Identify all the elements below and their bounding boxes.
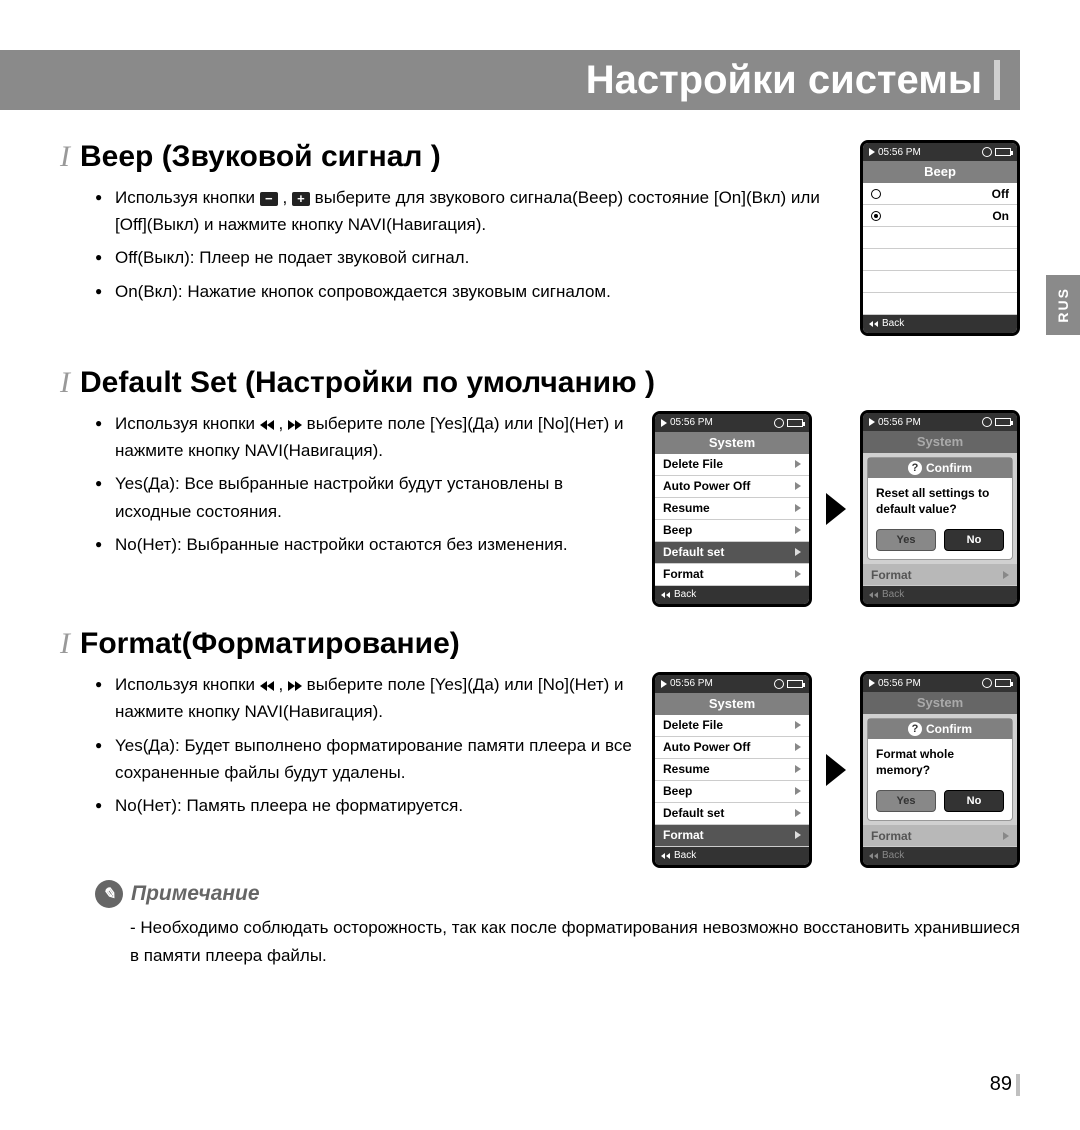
skip-back-icon	[260, 681, 274, 691]
section-title-default: I Default Set (Настройки по умолчанию )	[60, 366, 1020, 400]
radio-icon	[871, 211, 881, 221]
radio-icon	[871, 189, 881, 199]
bullet-item: On(Вкл): Нажатие кнопок сопровождается з…	[95, 278, 840, 305]
beep-screen: 05:56 PM Beep Off On Back	[860, 140, 1020, 336]
bullet-item: Off(Выкл): Плеер не подает звуковой сигн…	[95, 244, 840, 271]
yes-button[interactable]: Yes	[876, 529, 936, 551]
bullet-item: No(Нет): Выбранные настройки остаются бе…	[95, 531, 642, 558]
confirm-bar: ?Confirm	[868, 458, 1012, 478]
language-tab: RUS	[1046, 275, 1080, 335]
back-button: Back	[863, 586, 1017, 604]
menu-item[interactable]: Auto Power Off	[655, 476, 809, 498]
question-icon: ?	[908, 722, 922, 736]
confirm-bar: ?Confirm	[868, 719, 1012, 739]
menu-item-on[interactable]: On	[863, 205, 1017, 227]
skip-forward-icon	[288, 681, 302, 691]
no-button[interactable]: No	[944, 529, 1004, 551]
confirm-screen: 05:56 PM System ?Confirm Format whole me…	[860, 671, 1020, 868]
menu-item[interactable]: Format	[655, 564, 809, 586]
menu-item[interactable]: Resume	[655, 498, 809, 520]
play-icon	[869, 148, 875, 156]
dialog-text: Format whole memory?	[868, 739, 1012, 786]
menu-item-selected[interactable]: Format	[655, 825, 809, 847]
question-icon: ?	[908, 461, 922, 475]
arrow-right-icon	[826, 493, 846, 525]
yes-button[interactable]: Yes	[876, 790, 936, 812]
note-heading: ✎ Примечание	[95, 880, 1020, 908]
back-button[interactable]: Back	[655, 847, 809, 865]
menu-item[interactable]: Delete File	[655, 454, 809, 476]
menu-empty	[863, 249, 1017, 271]
bullet-item: Yes(Да): Будет выполнено форматирование …	[95, 732, 642, 786]
skip-forward-icon	[288, 420, 302, 430]
i-mark-icon: I	[60, 627, 70, 661]
page-title: Настройки системы	[586, 58, 982, 103]
back-button: Back	[863, 847, 1017, 865]
status-bar: 05:56 PM	[863, 143, 1017, 161]
bullet-item: No(Нет): Память плеера не форматируется.	[95, 792, 642, 819]
skip-back-icon	[260, 420, 274, 430]
system-screen: 05:56 PM System Delete File Auto Power O…	[652, 411, 812, 607]
chevron-right-icon	[795, 460, 801, 468]
i-mark-icon: I	[60, 366, 70, 400]
divider-icon	[994, 60, 1000, 100]
bullet-item: Yes(Да): Все выбранные настройки будут у…	[95, 470, 642, 524]
i-mark-icon: I	[60, 140, 70, 174]
menu-title: Beep	[863, 161, 1017, 183]
menu-empty	[863, 271, 1017, 293]
menu-item-off[interactable]: Off	[863, 183, 1017, 205]
page-header: Настройки системы	[0, 50, 1020, 110]
menu-item[interactable]: Auto Power Off	[655, 737, 809, 759]
menu-empty	[863, 227, 1017, 249]
menu-item[interactable]: Beep	[655, 781, 809, 803]
no-button[interactable]: No	[944, 790, 1004, 812]
menu-item[interactable]: Beep	[655, 520, 809, 542]
note-body: - Необходимо соблюдать осторожность, так…	[130, 914, 1020, 968]
menu-item[interactable]: Resume	[655, 759, 809, 781]
system-screen: 05:56 PM System Delete File Auto Power O…	[652, 672, 812, 868]
section-title-format: I Format(Форматирование)	[60, 627, 1020, 661]
minus-icon: −	[260, 192, 278, 206]
menu-item[interactable]: Delete File	[655, 715, 809, 737]
arrow-right-icon	[826, 754, 846, 786]
menu-item-selected[interactable]: Default set	[655, 542, 809, 564]
bullet-item: Используя кнопки , выберите поле [Yes](Д…	[95, 671, 642, 725]
confirm-screen: 05:56 PM System ?Confirm Reset all setti…	[860, 410, 1020, 607]
page-number: 89	[990, 1073, 1020, 1096]
clock-icon	[982, 147, 992, 157]
bullet-item: Используя кнопки , выберите поле [Yes](Д…	[95, 410, 642, 464]
back-button[interactable]: Back	[655, 586, 809, 604]
menu-empty	[863, 293, 1017, 315]
battery-icon	[995, 148, 1011, 156]
plus-icon: +	[292, 192, 310, 206]
menu-item[interactable]: Default set	[655, 803, 809, 825]
back-button[interactable]: Back	[863, 315, 1017, 333]
pencil-icon: ✎	[95, 880, 123, 908]
bullet-item: Используя кнопки − , + выберите для звук…	[95, 184, 840, 238]
dialog-text: Reset all settings to default value?	[868, 478, 1012, 525]
section-title-beep: I Beep (Звуковой сигнал )	[60, 140, 840, 174]
